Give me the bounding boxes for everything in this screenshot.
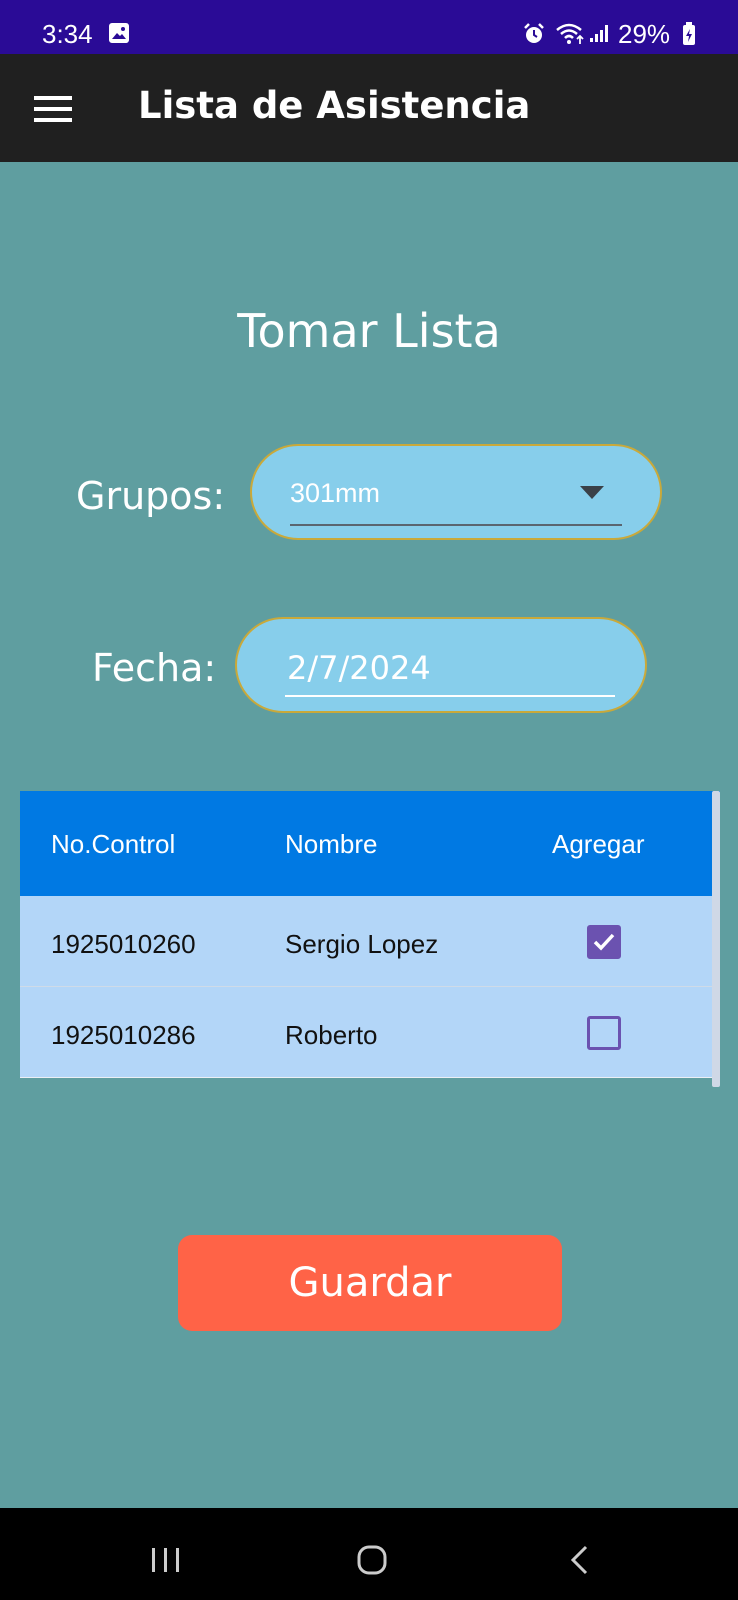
student-name-cell: Roberto: [285, 1020, 378, 1050]
battery-percentage: 29%: [618, 19, 671, 49]
groups-label: Grupos:: [76, 474, 226, 518]
alarm-icon: [524, 23, 544, 43]
student-name-cell: Sergio Lopez: [285, 929, 439, 959]
column-header-name: Nombre: [285, 829, 378, 859]
home-icon[interactable]: [356, 1544, 388, 1576]
hamburger-menu-icon[interactable]: [34, 94, 72, 124]
control-number-cell: 1925010260: [51, 929, 196, 959]
table-row: 1925010286 Roberto: [20, 987, 720, 1077]
attendance-table: No.Control Nombre Agregar 1925010260 Ser…: [20, 791, 720, 1087]
navigation-bar: [0, 1508, 738, 1600]
column-header-add: Agregar: [552, 829, 645, 859]
check-icon: [593, 933, 615, 951]
app-title: Lista de Asistencia: [138, 84, 531, 127]
date-label: Fecha:: [92, 646, 217, 690]
wifi-icon: [556, 23, 584, 44]
table-header: No.Control Nombre Agregar: [20, 791, 720, 896]
back-icon[interactable]: [568, 1544, 590, 1576]
groups-selected-value: 301mm: [290, 478, 381, 508]
table-scrollbar[interactable]: [712, 791, 720, 1087]
battery-icon: [683, 22, 695, 45]
save-button[interactable]: Guardar: [178, 1235, 562, 1331]
page-heading: Tomar Lista: [237, 304, 501, 358]
recent-apps-icon[interactable]: [150, 1546, 182, 1574]
status-time: 3:34: [42, 19, 93, 49]
gallery-icon: [109, 23, 129, 43]
date-underline: [285, 695, 615, 697]
signal-icon: [590, 25, 608, 42]
app-bar: Lista de Asistencia: [0, 54, 738, 162]
attendance-checkbox[interactable]: [587, 925, 621, 959]
date-field[interactable]: 2/7/2024: [235, 617, 647, 713]
column-header-control: No.Control: [51, 829, 176, 859]
attendance-checkbox[interactable]: [587, 1016, 621, 1050]
table-row: 1925010260 Sergio Lopez: [20, 896, 720, 986]
date-value: 2/7/2024: [287, 649, 431, 687]
dropdown-arrow-icon: [580, 486, 604, 499]
status-bar: 3:34 29%: [0, 0, 738, 54]
control-number-cell: 1925010286: [51, 1020, 196, 1050]
groups-underline: [290, 524, 622, 526]
groups-dropdown[interactable]: 301mm: [250, 444, 662, 540]
